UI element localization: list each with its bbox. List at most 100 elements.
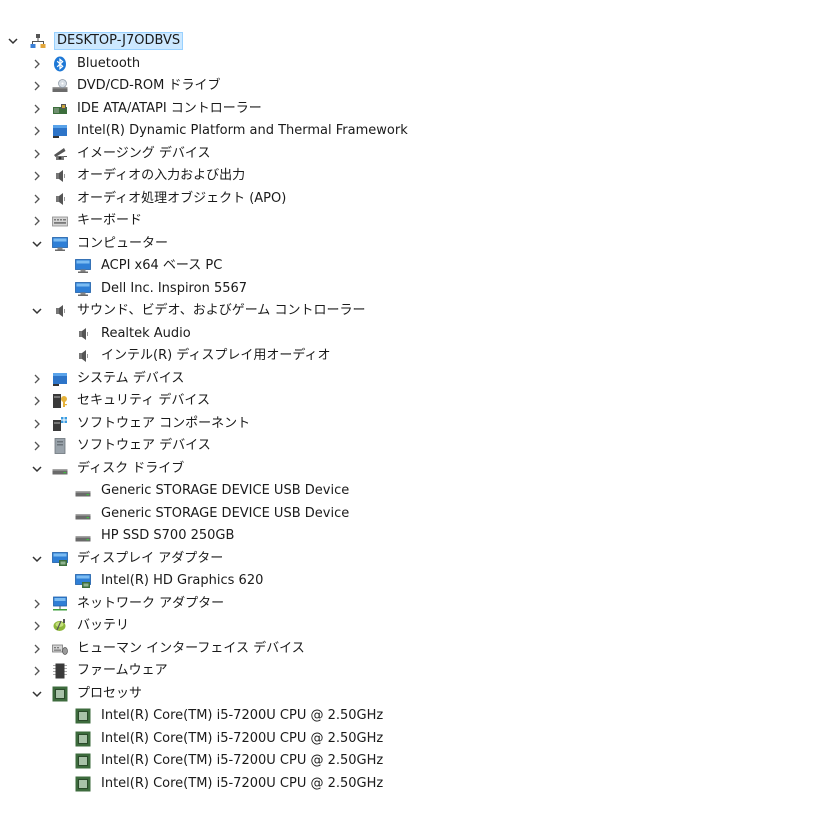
tree-device-node[interactable]: HP SSD S700 250GB	[0, 525, 827, 548]
tree-node-label[interactable]: システム デバイス	[76, 371, 185, 387]
hid-icon	[52, 641, 68, 657]
tree-node-label[interactable]: ACPI x64 ベース PC	[100, 258, 223, 274]
tree-category-node[interactable]: ソフトウェア コンポーネント	[0, 413, 827, 436]
chevron-down-icon[interactable]	[30, 237, 44, 251]
chevron-right-icon[interactable]	[30, 372, 44, 386]
tree-node-label[interactable]: DESKTOP-J7ODBVS	[54, 32, 184, 50]
tree-category-node[interactable]: Bluetooth	[0, 53, 827, 76]
chevron-right-icon[interactable]	[30, 192, 44, 206]
chevron-down-icon[interactable]	[30, 304, 44, 318]
disk-drive-icon	[52, 461, 68, 477]
tree-category-node[interactable]: プロセッサ	[0, 683, 827, 706]
chevron-right-icon[interactable]	[30, 169, 44, 183]
tree-category-node[interactable]: IDE ATA/ATAPI コントローラー	[0, 98, 827, 121]
tree-node-label[interactable]: Intel(R) Dynamic Platform and Thermal Fr…	[76, 123, 409, 139]
chevron-right-icon[interactable]	[30, 394, 44, 408]
tree-node-label[interactable]: Generic STORAGE DEVICE USB Device	[100, 506, 350, 522]
tree-device-node[interactable]: Generic STORAGE DEVICE USB Device	[0, 503, 827, 526]
tree-node-label[interactable]: キーボード	[76, 213, 143, 229]
tree-device-node[interactable]: Realtek Audio	[0, 323, 827, 346]
tree-node-label[interactable]: Intel(R) HD Graphics 620	[100, 573, 264, 589]
tree-node-label[interactable]: Intel(R) Core(TM) i5-7200U CPU @ 2.50GHz	[100, 708, 384, 724]
tree-node-label[interactable]: DVD/CD-ROM ドライブ	[76, 78, 221, 94]
tree-device-node[interactable]: Dell Inc. Inspiron 5567	[0, 278, 827, 301]
tree-node-label[interactable]: ファームウェア	[76, 663, 169, 679]
tree-device-node[interactable]: Intel(R) Core(TM) i5-7200U CPU @ 2.50GHz	[0, 728, 827, 751]
system-device-icon	[52, 123, 68, 139]
chevron-right-icon[interactable]	[30, 642, 44, 656]
tree-node-label[interactable]: Intel(R) Core(TM) i5-7200U CPU @ 2.50GHz	[100, 753, 384, 769]
tree-device-node[interactable]: Generic STORAGE DEVICE USB Device	[0, 480, 827, 503]
chevron-right-icon[interactable]	[30, 124, 44, 138]
tree-node-label[interactable]: Dell Inc. Inspiron 5567	[100, 281, 248, 297]
tree-node-label[interactable]: HP SSD S700 250GB	[100, 528, 235, 544]
tree-device-node[interactable]: Intel(R) Core(TM) i5-7200U CPU @ 2.50GHz	[0, 773, 827, 796]
tree-category-node[interactable]: ディスク ドライブ	[0, 458, 827, 481]
tree-category-node[interactable]: バッテリ	[0, 615, 827, 638]
tree-category-node[interactable]: オーディオ処理オブジェクト (APO)	[0, 188, 827, 211]
tree-node-label[interactable]: ディスク ドライブ	[76, 461, 185, 477]
chevron-down-icon[interactable]	[30, 462, 44, 476]
tree-node-label[interactable]: オーディオの入力および出力	[76, 168, 246, 184]
tree-node-label[interactable]: イメージング デバイス	[76, 146, 211, 162]
tree-category-node[interactable]: サウンド、ビデオ、およびゲーム コントローラー	[0, 300, 827, 323]
network-adapter-icon	[52, 596, 68, 612]
chevron-right-icon[interactable]	[30, 597, 44, 611]
tree-category-node[interactable]: オーディオの入力および出力	[0, 165, 827, 188]
tree-node-label[interactable]: Intel(R) Core(TM) i5-7200U CPU @ 2.50GHz	[100, 776, 384, 792]
tree-node-label[interactable]: Realtek Audio	[100, 326, 192, 342]
chevron-down-icon[interactable]	[6, 34, 20, 48]
tree-node-label[interactable]: ソフトウェア コンポーネント	[76, 416, 251, 432]
tree-device-node[interactable]: Intel(R) Core(TM) i5-7200U CPU @ 2.50GHz	[0, 750, 827, 773]
tree-node-label[interactable]: ネットワーク アダプター	[76, 596, 225, 612]
tree-device-node[interactable]: Intel(R) Core(TM) i5-7200U CPU @ 2.50GHz	[0, 705, 827, 728]
tree-device-node[interactable]: Intel(R) HD Graphics 620	[0, 570, 827, 593]
tree-category-node[interactable]: キーボード	[0, 210, 827, 233]
tree-node-label[interactable]: Intel(R) Core(TM) i5-7200U CPU @ 2.50GHz	[100, 731, 384, 747]
speaker-icon	[75, 326, 91, 342]
tree-node-label[interactable]: セキュリティ デバイス	[76, 393, 211, 409]
tree-category-node[interactable]: ファームウェア	[0, 660, 827, 683]
tree-category-node[interactable]: DVD/CD-ROM ドライブ	[0, 75, 827, 98]
tree-category-node[interactable]: ネットワーク アダプター	[0, 593, 827, 616]
tree-category-node[interactable]: Intel(R) Dynamic Platform and Thermal Fr…	[0, 120, 827, 143]
tree-device-node[interactable]: インテル(R) ディスプレイ用オーディオ	[0, 345, 827, 368]
tree-node-label[interactable]: コンピューター	[76, 236, 169, 252]
tree-device-node[interactable]: ACPI x64 ベース PC	[0, 255, 827, 278]
tree-root-node[interactable]: DESKTOP-J7ODBVS	[0, 30, 827, 53]
tree-node-label[interactable]: IDE ATA/ATAPI コントローラー	[76, 101, 263, 117]
chevron-right-icon[interactable]	[30, 79, 44, 93]
tree-category-node[interactable]: ヒューマン インターフェイス デバイス	[0, 638, 827, 661]
ide-controller-icon	[52, 101, 68, 117]
chevron-down-icon[interactable]	[30, 687, 44, 701]
tree-category-node[interactable]: コンピューター	[0, 233, 827, 256]
tree-node-label[interactable]: バッテリ	[76, 618, 130, 634]
keyboard-icon	[52, 213, 68, 229]
chevron-right-icon[interactable]	[30, 619, 44, 633]
chevron-right-icon[interactable]	[30, 214, 44, 228]
chevron-right-icon[interactable]	[30, 102, 44, 116]
tree-node-label[interactable]: ディスプレイ アダプター	[76, 551, 224, 567]
tree-node-label[interactable]: Bluetooth	[76, 56, 141, 72]
chevron-right-icon[interactable]	[30, 417, 44, 431]
chevron-right-icon[interactable]	[30, 439, 44, 453]
tree-node-label[interactable]: オーディオ処理オブジェクト (APO)	[76, 191, 287, 207]
bluetooth-icon	[52, 56, 68, 72]
tree-category-node[interactable]: ディスプレイ アダプター	[0, 548, 827, 571]
chevron-right-icon[interactable]	[30, 147, 44, 161]
tree-category-node[interactable]: イメージング デバイス	[0, 143, 827, 166]
chevron-right-icon[interactable]	[30, 57, 44, 71]
tree-category-node[interactable]: セキュリティ デバイス	[0, 390, 827, 413]
device-tree[interactable]: DESKTOP-J7ODBVS Bluetooth DVD/CD-ROM ドライブ I…	[0, 30, 827, 795]
tree-node-label[interactable]: インテル(R) ディスプレイ用オーディオ	[100, 348, 332, 364]
chevron-right-icon[interactable]	[30, 664, 44, 678]
tree-category-node[interactable]: システム デバイス	[0, 368, 827, 391]
monitor-icon	[52, 236, 68, 252]
tree-node-label[interactable]: ソフトウェア デバイス	[76, 438, 212, 454]
tree-category-node[interactable]: ソフトウェア デバイス	[0, 435, 827, 458]
chevron-down-icon[interactable]	[30, 552, 44, 566]
tree-node-label[interactable]: プロセッサ	[76, 686, 143, 702]
tree-node-label[interactable]: Generic STORAGE DEVICE USB Device	[100, 483, 350, 499]
tree-node-label[interactable]: サウンド、ビデオ、およびゲーム コントローラー	[76, 303, 366, 319]
tree-node-label[interactable]: ヒューマン インターフェイス デバイス	[76, 641, 306, 657]
